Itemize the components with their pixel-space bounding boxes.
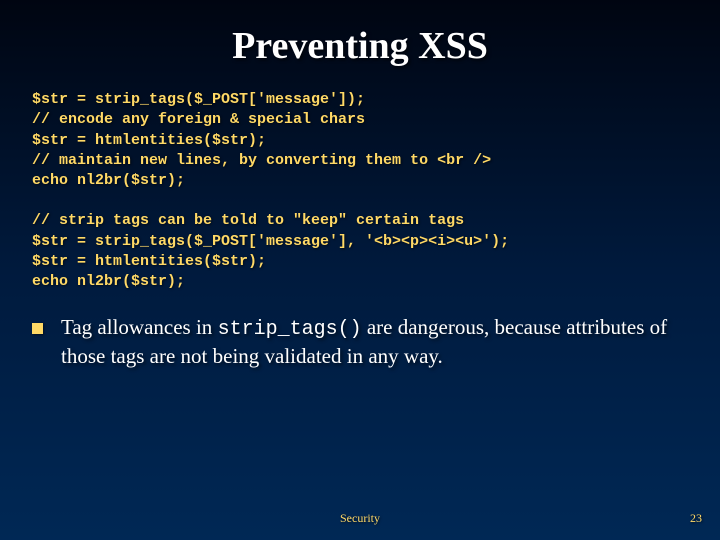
bullet-text: Tag allowances in strip_tags() are dange… — [61, 314, 672, 370]
code-line: $str = htmlentities($str); — [32, 132, 266, 149]
page-number: 23 — [690, 511, 702, 526]
bullet-square-icon — [32, 323, 43, 334]
code-line: // maintain new lines, by converting the… — [32, 152, 491, 169]
bullet-text-mono: strip_tags() — [218, 318, 362, 341]
code-line: $str = strip_tags($_POST['message']); — [32, 91, 365, 108]
code-line: // encode any foreign & special chars — [32, 111, 365, 128]
slide-title: Preventing XSS — [0, 0, 720, 90]
code-line: $str = htmlentities($str); — [32, 253, 266, 270]
code-line: echo nl2br($str); — [32, 273, 185, 290]
code-line: // strip tags can be told to "keep" cert… — [32, 212, 464, 229]
code-line: echo nl2br($str); — [32, 172, 185, 189]
code-block-1: $str = strip_tags($_POST['message']); //… — [0, 90, 720, 191]
bullet-text-pre: Tag allowances in — [61, 315, 218, 339]
footer-label: Security — [0, 511, 720, 526]
code-line: $str = strip_tags($_POST['message'], '<b… — [32, 233, 509, 250]
code-block-2: // strip tags can be told to "keep" cert… — [0, 211, 720, 292]
bullet-item: Tag allowances in strip_tags() are dange… — [0, 314, 720, 370]
